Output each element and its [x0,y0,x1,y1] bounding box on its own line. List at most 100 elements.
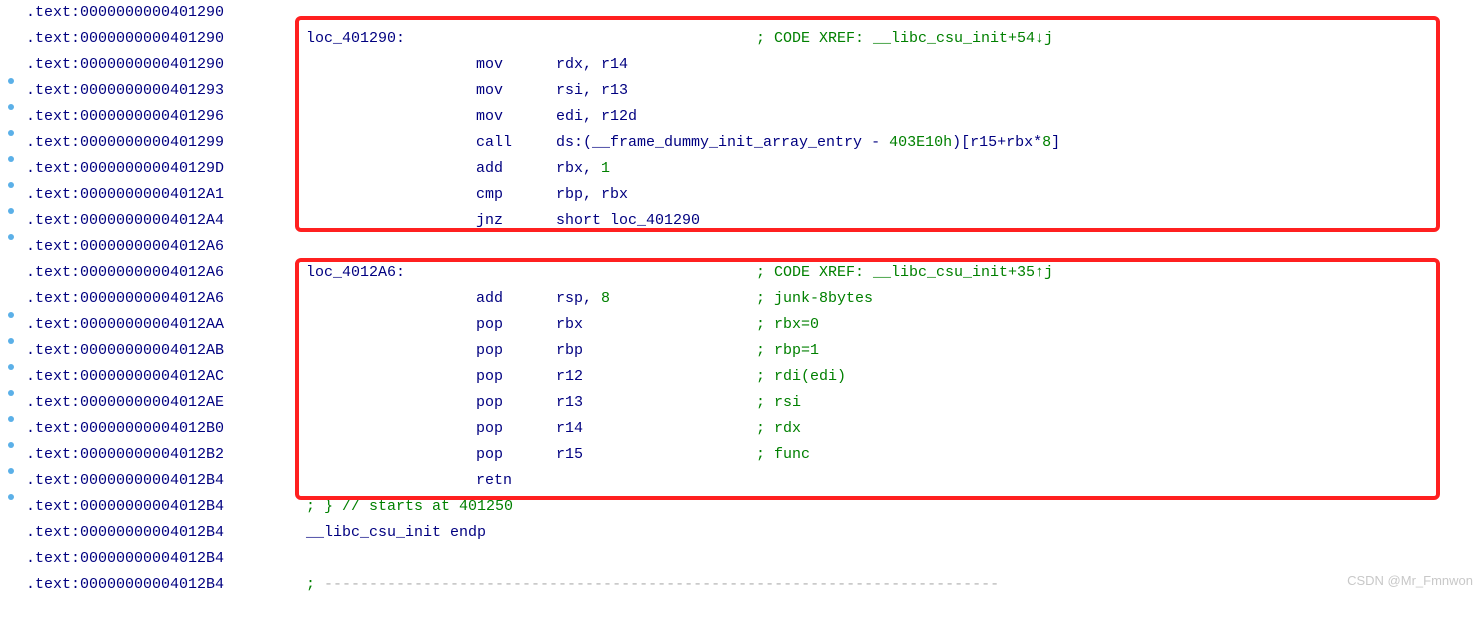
breakpoint-dot-icon[interactable] [8,312,14,318]
comment: ; rdi(edi) [756,364,846,390]
address: .text:00000000004012A6 [26,234,306,260]
address: .text:00000000004012B0 [26,416,306,442]
breakpoint-dot-icon[interactable] [8,234,14,240]
breakpoint-dot-icon[interactable] [8,468,14,474]
disasm-line[interactable]: .text:00000000004012B4; } // starts at 4… [26,494,1483,520]
mnemonic: mov [476,52,556,78]
disasm-line[interactable]: .text:00000000004012AA poprbx; rbx=0 [26,312,1483,338]
breakpoint-dot-icon[interactable] [8,208,14,214]
address: .text:0000000000401293 [26,78,306,104]
watermark-text: CSDN @Mr_Fmnwon [1347,568,1473,594]
disasm-line[interactable]: .text:00000000004012B4__libc_csu_init en… [26,520,1483,546]
address: .text:000000000040129D [26,156,306,182]
mnemonic: mov [476,78,556,104]
breakpoint-dot-icon[interactable] [8,338,14,344]
disasm-line[interactable]: .text:00000000004012B0popr14; rdx [26,416,1483,442]
address: .text:00000000004012B4 [26,494,306,520]
address: .text:00000000004012A6 [26,260,306,286]
address: .text:00000000004012A6 [26,286,306,312]
operands: rbx [556,312,756,338]
breakpoint-dot-icon[interactable] [8,390,14,396]
operands: r14 [556,416,756,442]
mnemonic: jnz [476,208,556,234]
raw-text: __libc_csu_init endp [306,520,486,546]
address: .text:00000000004012B4 [26,520,306,546]
disasm-line[interactable]: .text:00000000004012B2 popr15; func [26,442,1483,468]
disasm-line[interactable]: .text:0000000000401299 callds:(__frame_du… [26,130,1483,156]
breakpoint-dot-icon[interactable] [8,156,14,162]
operands: rbp, rbx [556,182,756,208]
comment: ; rbx=0 [756,312,819,338]
mnemonic: pop [476,390,556,416]
breakpoint-dot-icon[interactable] [8,78,14,84]
mnemonic: pop [476,338,556,364]
address: .text:00000000004012AC [26,364,306,390]
disasm-line[interactable]: .text:00000000004012AB poprbp; rbp=1 [26,338,1483,364]
breakpoint-dot-icon[interactable] [8,416,14,422]
disasm-line[interactable]: .text:00000000004012A1 cmprbp, rbx [26,182,1483,208]
disasm-line[interactable]: .text:00000000004012AC popr12; rdi(edi) [26,364,1483,390]
address: .text:00000000004012B4 [26,468,306,494]
mnemonic: cmp [476,182,556,208]
comment: ; rbp=1 [756,338,819,364]
disasm-line[interactable]: .text:00000000004012B4 retn [26,468,1483,494]
operands: rbp [556,338,756,364]
address: .text:00000000004012A4 [26,208,306,234]
address: .text:0000000000401290 [26,0,306,26]
mnemonic: add [476,156,556,182]
address: .text:0000000000401296 [26,104,306,130]
comment: ; func [756,442,810,468]
mnemonic: mov [476,104,556,130]
operands: rsi, r13 [556,78,756,104]
address: .text:0000000000401290 [26,26,306,52]
raw-text: ; --------------------------------------… [306,572,999,598]
breakpoint-dot-icon[interactable] [8,104,14,110]
disasm-line[interactable]: .text:00000000004012B4 [26,546,1483,572]
comment: ; junk-8bytes [756,286,873,312]
label: loc_4012A6: [306,260,476,286]
mnemonic: pop [476,364,556,390]
disasm-line[interactable]: .text:0000000000401296 movedi, r12d [26,104,1483,130]
disasm-line[interactable]: .text:00000000004012B4; ----------------… [26,572,1483,598]
breakpoint-dot-icon[interactable] [8,442,14,448]
disasm-line[interactable]: .text:00000000004012A6 addrsp, 8; junk-8b… [26,286,1483,312]
address: .text:00000000004012AE [26,390,306,416]
operands: edi, r12d [556,104,756,130]
mnemonic: add [476,286,556,312]
mnemonic: retn [476,468,556,494]
disasm-line[interactable]: .text:000000000040129D addrbx, 1 [26,156,1483,182]
breakpoint-dot-icon[interactable] [8,130,14,136]
operands: r12 [556,364,756,390]
address: .text:0000000000401290 [26,52,306,78]
disasm-line[interactable]: .text:0000000000401293 movrsi, r13 [26,78,1483,104]
disasm-line[interactable]: .text:00000000004012A6loc_4012A6: ; CODE … [26,260,1483,286]
address: .text:00000000004012B2 [26,442,306,468]
mnemonic: pop [476,416,556,442]
label: loc_401290: [306,26,476,52]
mnemonic: pop [476,312,556,338]
address: .text:0000000000401299 [26,130,306,156]
address: .text:00000000004012B4 [26,572,306,598]
breakpoint-dot-icon[interactable] [8,182,14,188]
raw-text: ; } // starts at 401250 [306,494,513,520]
mnemonic: pop [476,442,556,468]
operands: rdx, r14 [556,52,756,78]
disasm-line[interactable]: .text:0000000000401290 movrdx, r14 [26,52,1483,78]
disasm-line[interactable]: .text:0000000000401290loc_401290:; CODE … [26,26,1483,52]
comment: ; CODE XREF: __libc_csu_init+35↑j [756,260,1053,286]
operands: rsp, 8 [556,286,756,312]
operands: r15 [556,442,756,468]
disasm-line[interactable]: .text:00000000004012AEpopr13; rsi [26,390,1483,416]
address: .text:00000000004012AA [26,312,306,338]
disasm-line[interactable]: .text:00000000004012A6 [26,234,1483,260]
mnemonic: call [476,130,556,156]
address: .text:00000000004012A1 [26,182,306,208]
disassembly-listing: .text:0000000000401290.text:000000000040… [26,0,1483,598]
address: .text:00000000004012AB [26,338,306,364]
disasm-line[interactable]: .text:00000000004012A4jnzshort loc_40129… [26,208,1483,234]
operands: ds:(__frame_dummy_init_array_entry - 403… [556,130,756,156]
disasm-line[interactable]: .text:0000000000401290 [26,0,1483,26]
operands: rbx, 1 [556,156,756,182]
breakpoint-dot-icon[interactable] [8,364,14,370]
breakpoint-dot-icon[interactable] [8,494,14,500]
